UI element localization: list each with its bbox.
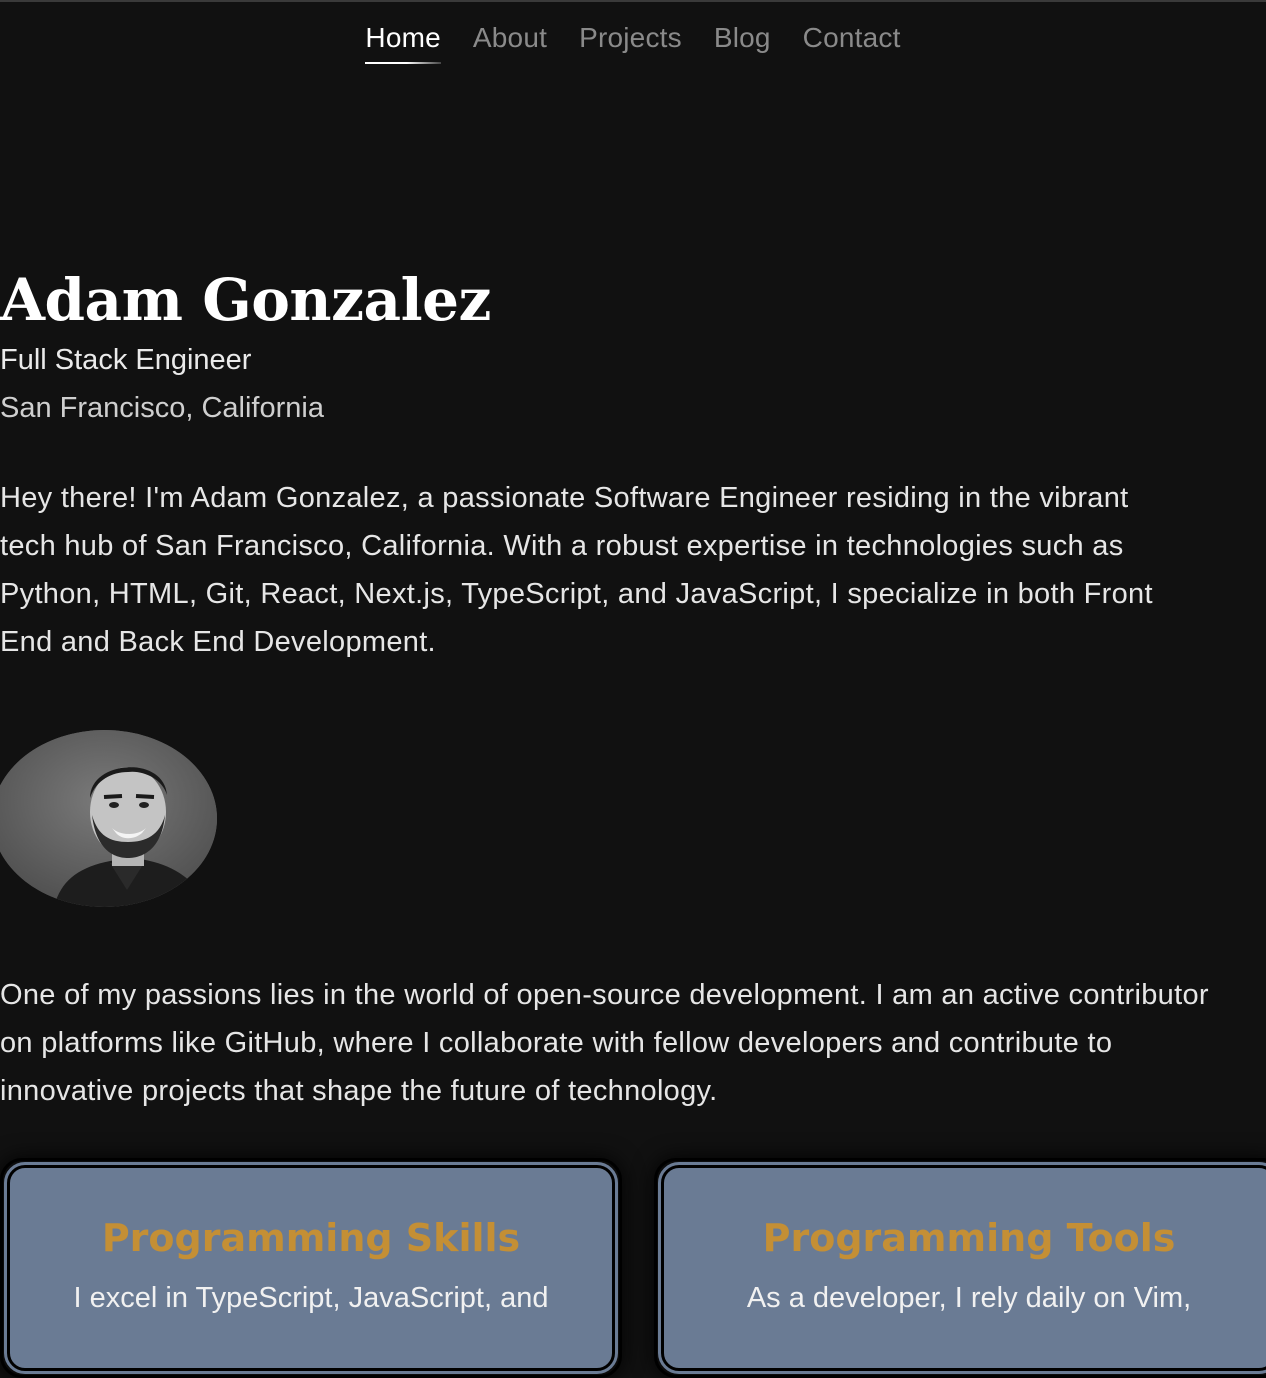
skills-card-text: I excel in TypeScript, JavaScript, and bbox=[73, 1282, 549, 1314]
nav-about-link[interactable]: About bbox=[473, 22, 547, 64]
main-nav: Home About Projects Blog Contact bbox=[0, 22, 1266, 64]
intro-paragraph: Hey there! I'm Adam Gonzalez, a passiona… bbox=[0, 482, 1153, 658]
nav-projects-link[interactable]: Projects bbox=[579, 22, 682, 64]
page-title: Adam Gonzalez bbox=[0, 266, 491, 334]
skills-card: Programming Skills I excel in TypeScript… bbox=[0, 1158, 622, 1378]
top-border bbox=[0, 0, 1266, 2]
tools-card-title: Programming Tools bbox=[762, 1216, 1176, 1260]
profile-photo-icon bbox=[0, 730, 217, 907]
nav-home-link[interactable]: Home bbox=[365, 22, 441, 64]
tools-card-text: As a developer, I rely daily on Vim, bbox=[746, 1282, 1192, 1314]
skills-card-inner: Programming Skills I excel in TypeScript… bbox=[4, 1162, 618, 1374]
skills-card-title: Programming Skills bbox=[101, 1216, 521, 1260]
passions-paragraph: One of my passions lies in the world of … bbox=[0, 979, 1209, 1107]
nav-contact-link[interactable]: Contact bbox=[803, 22, 901, 64]
location: San Francisco, California bbox=[0, 392, 324, 424]
nav-blog-link[interactable]: Blog bbox=[714, 22, 771, 64]
tools-card-inner: Programming Tools As a developer, I rely… bbox=[658, 1162, 1266, 1374]
tools-card: Programming Tools As a developer, I rely… bbox=[654, 1158, 1266, 1378]
job-title: Full Stack Engineer bbox=[0, 344, 252, 376]
